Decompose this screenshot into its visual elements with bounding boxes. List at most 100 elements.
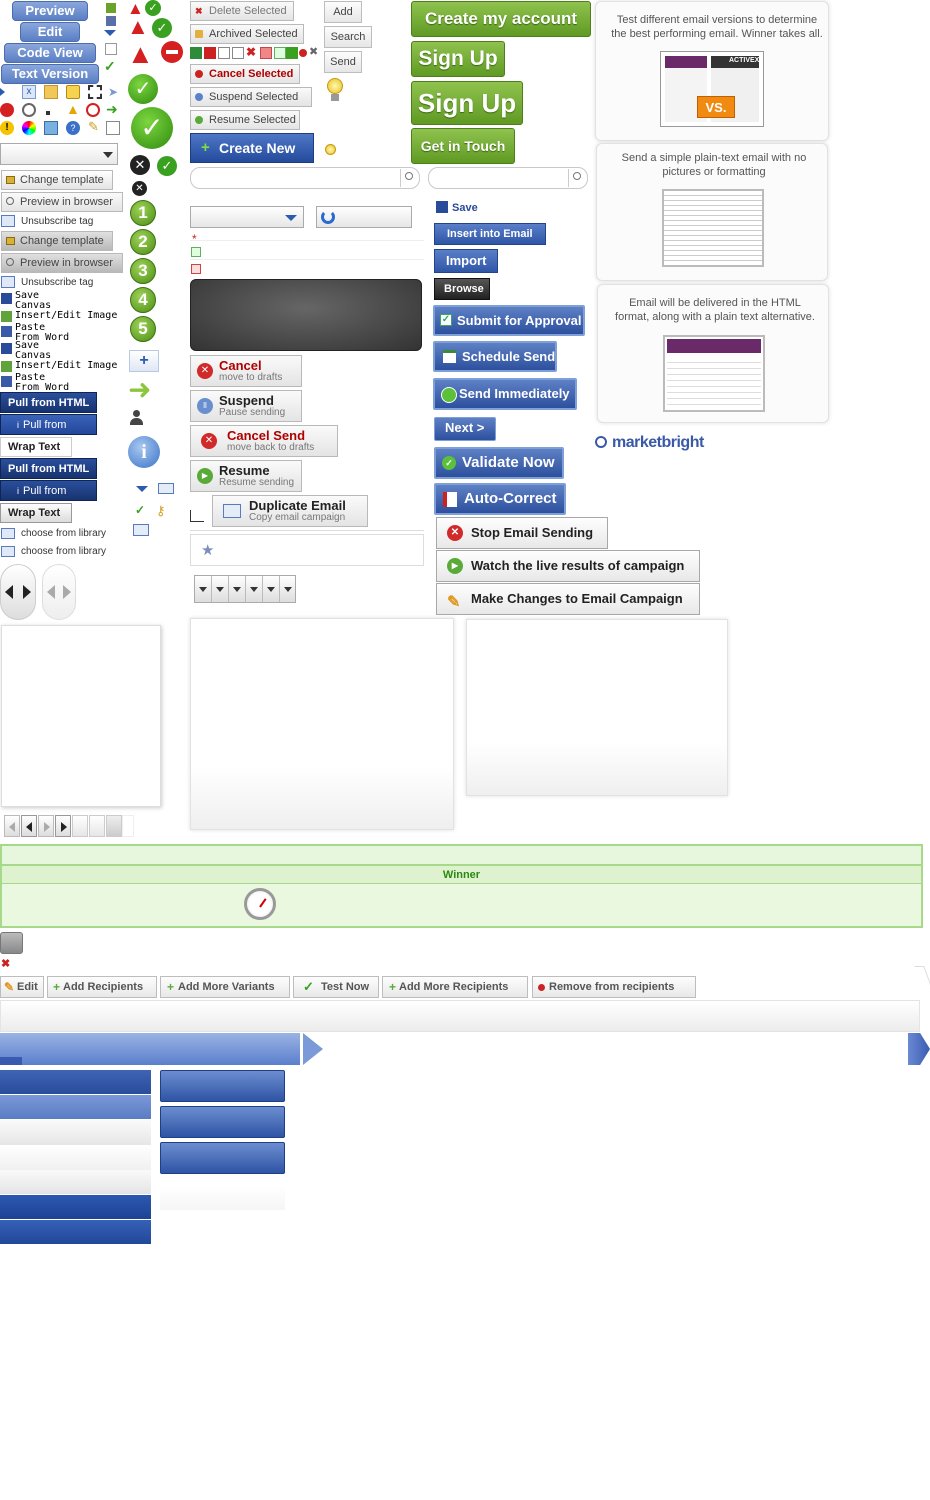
create-account-button[interactable]: Create my account	[411, 1, 591, 37]
change-template-button[interactable]: Change template	[1, 170, 113, 190]
page-blank-button-3[interactable]	[106, 815, 122, 837]
arrow-left-icon[interactable]	[47, 585, 55, 599]
pager-round-1[interactable]	[0, 564, 36, 620]
select-dropdown[interactable]	[190, 206, 304, 228]
validate-now-button[interactable]: ✓ Validate Now	[434, 447, 564, 479]
empty-checkbox-icon[interactable]	[105, 43, 117, 55]
first-page-button[interactable]	[4, 815, 20, 837]
add-recipients-button[interactable]: + Add Recipients	[47, 976, 157, 998]
auto-correct-button[interactable]: Auto-Correct	[434, 483, 566, 515]
resume-selected-button[interactable]: Resume Selected	[190, 110, 300, 130]
pull-from-html-button-4[interactable]: iPull from HTML	[0, 480, 97, 517]
save-link[interactable]: Save	[436, 201, 478, 215]
wrap-text-button[interactable]: Wrap Text	[0, 437, 72, 457]
choose-library-link[interactable]: choose from library	[1, 526, 106, 542]
schedule-send-button[interactable]: Schedule Send	[433, 341, 557, 372]
save-canvas-tool[interactable]: Save Canvas	[0, 291, 51, 311]
sign-up-large-button[interactable]: Sign Up	[411, 81, 523, 125]
pull-from-html-button-2[interactable]: iPull from HTML	[0, 414, 97, 451]
get-in-touch-button[interactable]: Get in Touch	[411, 128, 515, 164]
arrow-right-icon[interactable]	[23, 585, 31, 599]
add-more-variants-button[interactable]: + Add More Variants	[160, 976, 290, 998]
resume-button[interactable]: ▶ Resume Resume sending	[190, 460, 302, 492]
plain-text-card[interactable]: Send a simple plain-text email with no p…	[596, 143, 828, 281]
add-button[interactable]: Add	[324, 1, 362, 23]
next-page-button[interactable]	[55, 815, 71, 837]
send-button[interactable]: Send	[324, 51, 362, 73]
arrow-left-icon[interactable]	[5, 585, 13, 599]
preview-browser-button-dark[interactable]: Preview in browser	[1, 253, 123, 273]
close-circle-icon[interactable]: ✕	[132, 181, 147, 196]
next-button[interactable]: Next >	[434, 417, 496, 441]
save-canvas-tool-2[interactable]: Save Canvas	[0, 341, 51, 361]
insert-into-email-button[interactable]: Insert into Email	[434, 223, 546, 245]
code-view-tab[interactable]: Code View	[4, 43, 96, 63]
mini-dropdown-group[interactable]	[194, 575, 296, 603]
search-button[interactable]: Search	[324, 26, 372, 48]
wrap-text-button-2[interactable]: Wrap Text	[0, 503, 72, 523]
text-version-tab[interactable]: Text Version	[1, 64, 99, 84]
search-input-2[interactable]	[428, 167, 588, 189]
sign-up-button[interactable]: Sign Up	[411, 41, 505, 77]
create-new-button[interactable]: + Create New	[190, 133, 314, 163]
dropdown-caret-3[interactable]	[229, 576, 246, 602]
star-icon[interactable]: ★	[201, 541, 214, 559]
paste-word-tool[interactable]: Paste From Word	[0, 323, 69, 343]
dropdown-caret-5[interactable]	[263, 576, 280, 602]
submit-approval-button[interactable]: ✓ Submit for Approval	[433, 305, 585, 336]
refresh-icon[interactable]	[321, 210, 335, 224]
browse-button[interactable]: Browse	[434, 278, 490, 300]
close-box-icon[interactable]: x	[22, 85, 36, 99]
grey-square-button[interactable]	[0, 932, 23, 954]
prev-page-button[interactable]	[21, 815, 37, 837]
unsubscribe-tag[interactable]: Unsubscribe tag	[1, 214, 121, 230]
blue-tile-1[interactable]	[160, 1070, 285, 1102]
blue-tile-3[interactable]	[160, 1142, 285, 1174]
dropdown-caret-4[interactable]	[246, 576, 263, 602]
add-more-recipients-button[interactable]: + Add More Recipients	[382, 976, 528, 998]
paste-word-tool-2[interactable]: Paste From Word	[0, 373, 69, 393]
stop-sending-button[interactable]: ✕ Stop Email Sending	[436, 517, 608, 549]
import-button[interactable]: Import	[434, 249, 498, 273]
cancel-selected-button[interactable]: Cancel Selected	[190, 64, 300, 84]
preview-tab[interactable]: Preview	[12, 1, 88, 21]
make-changes-button[interactable]: ✎ Make Changes to Email Campaign	[436, 583, 700, 615]
edit-toolbar-button[interactable]: ✎ Edit	[0, 976, 44, 998]
dropdown-caret-6[interactable]	[280, 576, 296, 602]
search-input[interactable]	[190, 167, 420, 189]
template-dropdown[interactable]	[0, 143, 118, 165]
archived-selected-button[interactable]: Archived Selected	[190, 24, 304, 44]
rating-field[interactable]: ★	[190, 534, 424, 566]
dropdown-caret-1[interactable]	[195, 576, 212, 602]
ab-test-card[interactable]: Test different email versions to determi…	[595, 1, 829, 141]
test-now-button[interactable]: ✓ Test Now	[293, 976, 379, 998]
duplicate-email-button[interactable]: Duplicate Email Copy email campaign	[212, 495, 368, 527]
close-icon[interactable]: ✖	[1, 957, 10, 970]
watch-results-button[interactable]: ▶ Watch the live results of campaign	[436, 550, 700, 582]
refresh-field[interactable]	[316, 206, 412, 228]
html-email-card[interactable]: Email will be delivered in the HTML form…	[597, 284, 829, 423]
choose-library-link-2[interactable]: choose from library	[1, 544, 106, 560]
search-icon[interactable]	[568, 169, 586, 187]
dropdown-caret-2[interactable]	[212, 576, 229, 602]
page-blank-button-4[interactable]	[122, 815, 134, 837]
pull-from-html-button[interactable]: Pull from HTML	[0, 392, 97, 413]
edit-tab[interactable]: Edit	[20, 22, 80, 42]
change-template-button-dark[interactable]: Change template	[1, 231, 113, 251]
add-icon[interactable]: +	[129, 350, 159, 372]
page-blank-button[interactable]	[72, 815, 88, 837]
pull-from-html-button-3[interactable]: Pull from HTML	[0, 458, 97, 479]
next-page-button-disabled[interactable]	[38, 815, 54, 837]
delete-selected-button[interactable]: ✖ Delete Selected	[190, 1, 294, 21]
suspend-selected-button[interactable]: Suspend Selected	[190, 87, 312, 107]
blue-tile-2[interactable]	[160, 1106, 285, 1138]
chevron-down-icon[interactable]	[136, 486, 148, 492]
preview-browser-button[interactable]: Preview in browser	[1, 192, 123, 212]
cancel-send-button[interactable]: ✕ Cancel Send move back to drafts	[190, 425, 338, 457]
suspend-button[interactable]: ll Suspend Pause sending	[190, 390, 302, 422]
page-blank-button-2[interactable]	[89, 815, 105, 837]
search-icon[interactable]	[400, 169, 418, 187]
unsubscribe-tag-2[interactable]: Unsubscribe tag	[1, 275, 121, 291]
remove-recipients-button[interactable]: Remove from recipients	[532, 976, 696, 998]
pager-round-2[interactable]	[42, 564, 76, 620]
